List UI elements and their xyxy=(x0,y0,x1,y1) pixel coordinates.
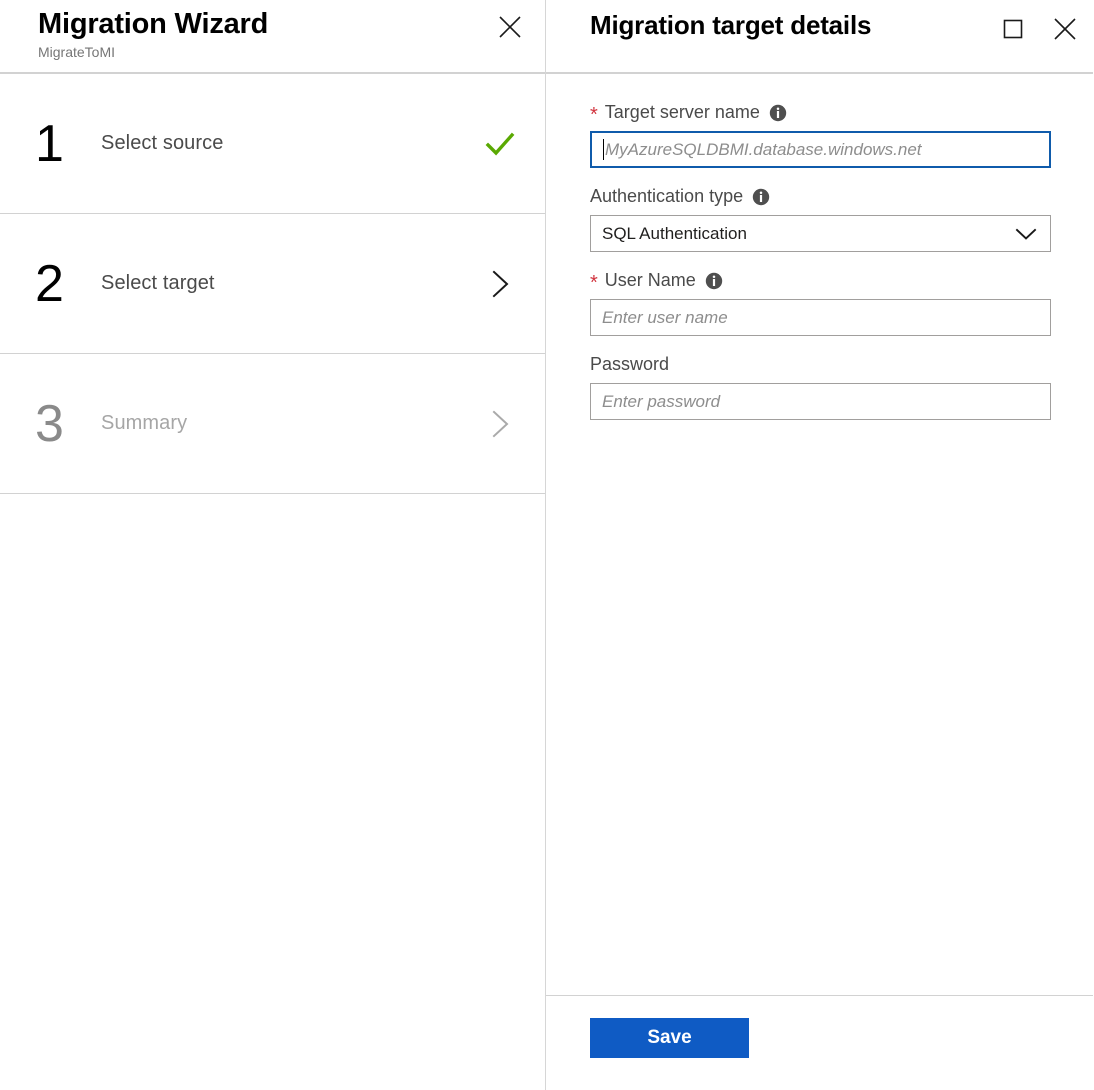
migration-wizard-window: Migration Wizard MigrateToMI 1 Select so… xyxy=(0,0,1094,1090)
close-icon xyxy=(1054,18,1076,40)
field-target-server-name: * Target server name MyAzureSQLDBMI.data… xyxy=(590,100,1051,168)
info-icon[interactable] xyxy=(769,104,787,122)
wizard-step-select-target[interactable]: 2 Select target xyxy=(0,214,545,354)
wizard-panel: Migration Wizard MigrateToMI 1 Select so… xyxy=(0,0,546,1090)
wizard-header: Migration Wizard MigrateToMI xyxy=(0,0,545,74)
page-title: Migration Wizard xyxy=(38,8,269,40)
check-icon xyxy=(485,132,515,155)
authentication-type-label: Authentication type xyxy=(590,184,1051,208)
info-icon[interactable] xyxy=(752,188,770,206)
wizard-step-list: 1 Select source 2 Select target 3 Summar… xyxy=(0,74,545,494)
input-placeholder: MyAzureSQLDBMI.database.windows.net xyxy=(605,139,922,159)
label-text: Password xyxy=(590,354,670,374)
authentication-type-select[interactable]: SQL Authentication xyxy=(590,215,1051,252)
label-text: User Name xyxy=(604,270,696,290)
chevron-right-icon xyxy=(492,410,509,437)
window-controls xyxy=(993,0,1085,58)
field-authentication-type: Authentication type SQL Authentication xyxy=(590,184,1051,252)
input-placeholder: Enter password xyxy=(602,391,721,411)
step-label: Summary xyxy=(101,412,188,434)
wizard-close-button[interactable] xyxy=(489,6,531,48)
password-label: Password xyxy=(590,352,1051,376)
chevron-down-icon xyxy=(1015,227,1037,241)
text-caret xyxy=(603,139,604,160)
step-number: 1 xyxy=(35,114,64,173)
details-form: * Target server name MyAzureSQLDBMI.data… xyxy=(546,74,1093,995)
target-server-name-input[interactable]: MyAzureSQLDBMI.database.windows.net xyxy=(590,131,1051,168)
details-panel: Migration target details * Target server… xyxy=(546,0,1093,1090)
maximize-icon xyxy=(1003,19,1023,39)
step-status-complete xyxy=(483,127,517,161)
chevron-right-icon xyxy=(492,270,509,297)
required-asterisk: * xyxy=(590,272,598,294)
details-footer: Save xyxy=(546,995,1093,1090)
step-number: 3 xyxy=(35,394,64,453)
step-status-chevron xyxy=(483,407,517,441)
select-selected-value: SQL Authentication xyxy=(602,223,747,243)
target-server-name-label: * Target server name xyxy=(590,100,1051,126)
step-label: Select source xyxy=(101,132,224,154)
close-icon xyxy=(499,16,521,38)
step-number: 2 xyxy=(35,254,64,313)
step-label: Select target xyxy=(101,272,215,294)
wizard-step-summary[interactable]: 3 Summary xyxy=(0,354,545,494)
step-status-chevron xyxy=(483,267,517,301)
info-icon[interactable] xyxy=(705,272,723,290)
wizard-empty-area xyxy=(0,494,545,1090)
wizard-step-select-source[interactable]: 1 Select source xyxy=(0,74,545,214)
details-header: Migration target details xyxy=(546,0,1093,74)
label-text: Target server name xyxy=(604,102,760,122)
maximize-button[interactable] xyxy=(993,9,1033,49)
input-placeholder: Enter user name xyxy=(602,307,728,327)
wizard-subtitle: MigrateToMI xyxy=(38,44,116,60)
required-asterisk: * xyxy=(590,104,598,126)
label-text: Authentication type xyxy=(590,186,744,206)
save-button[interactable]: Save xyxy=(590,1018,749,1058)
password-input[interactable]: Enter password xyxy=(590,383,1051,420)
user-name-input[interactable]: Enter user name xyxy=(590,299,1051,336)
details-close-button[interactable] xyxy=(1045,9,1085,49)
field-password: Password Enter password xyxy=(590,352,1051,420)
field-user-name: * User Name Enter user name xyxy=(590,268,1051,336)
user-name-label: * User Name xyxy=(590,268,1051,294)
